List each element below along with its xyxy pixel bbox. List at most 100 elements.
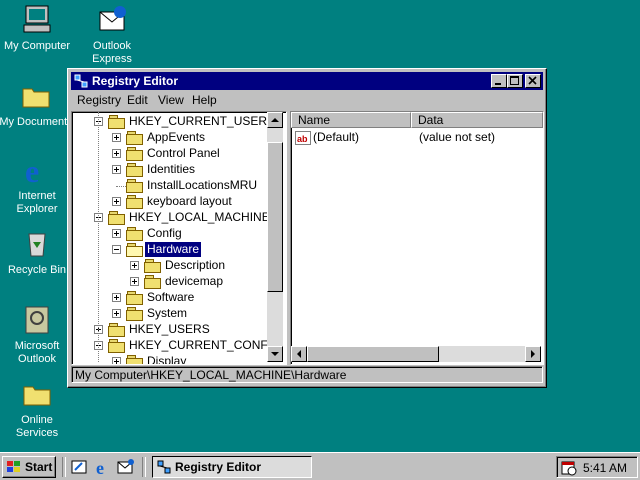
tree-node[interactable]: devicemap (72, 274, 267, 290)
expand-icon[interactable] (130, 261, 139, 270)
scroll-thumb[interactable] (267, 142, 283, 292)
tree-node-label: Identities (147, 162, 196, 176)
scroll-right-button[interactable] (525, 346, 541, 362)
taskbar-button-registry-editor[interactable]: Registry Editor (152, 456, 312, 478)
registry-editor-icon (74, 74, 88, 88)
expand-icon[interactable] (112, 357, 121, 364)
tree-node-label: Description (165, 258, 226, 272)
folder-icon (108, 339, 125, 353)
start-button[interactable]: Start (2, 456, 56, 478)
expand-icon[interactable] (112, 309, 121, 318)
menu-registry[interactable]: Registry (77, 93, 121, 107)
scroll-up-button[interactable] (267, 112, 283, 128)
tree-node-label: InstallLocationsMRU (147, 178, 258, 192)
close-icon (528, 76, 537, 85)
scheduler-icon[interactable] (561, 460, 577, 479)
up-arrow-icon (271, 118, 279, 122)
registry-tree[interactable]: HKEY_CURRENT_USER AppEvents Control Panel I… (71, 111, 287, 365)
outlook-express-icon[interactable] (117, 458, 135, 476)
close-button[interactable] (525, 74, 541, 88)
tree-node[interactable]: HKEY_CURRENT_CONFIG (72, 338, 280, 354)
window-title: Registry Editor (92, 74, 179, 88)
registry-editor-icon (157, 460, 171, 477)
recycle-bin-icon (21, 228, 53, 260)
down-arrow-icon (271, 352, 279, 356)
left-arrow-icon (297, 350, 301, 358)
tree-node[interactable]: System (72, 306, 267, 322)
desktop-icon-recycle-bin[interactable]: Recycle Bin (0, 228, 77, 277)
expand-icon[interactable] (112, 165, 121, 174)
tree-node[interactable]: Software (72, 290, 267, 306)
menu-help[interactable]: Help (192, 93, 217, 107)
tree-node[interactable]: Config (72, 226, 267, 242)
string-value-icon: ab (295, 131, 311, 148)
quick-launch-divider (62, 457, 66, 477)
tree-node[interactable]: InstallLocationsMRU (72, 178, 267, 194)
system-tray: 5:41 AM (556, 456, 638, 478)
tree-node[interactable]: HKEY_USERS (72, 322, 267, 338)
folder-icon (126, 179, 143, 193)
maximize-icon (510, 76, 519, 85)
tree-node[interactable]: Display (72, 354, 267, 364)
list-horizontal-scrollbar[interactable] (291, 346, 541, 362)
scroll-left-button[interactable] (291, 346, 307, 362)
tree-node[interactable]: keyboard layout (72, 194, 267, 210)
folder-icon (108, 115, 125, 129)
folder-icon (20, 80, 52, 112)
desktop-icon-label: My Documents (0, 116, 73, 128)
folder-icon (21, 378, 53, 410)
tree-node[interactable]: Hardware (72, 241, 267, 258)
tree-node[interactable]: Control Panel (72, 146, 267, 162)
menu-bar: Registry Edit View Help (71, 91, 543, 109)
tree-node[interactable]: HKEY_CURRENT_USER (72, 114, 267, 130)
tree-node-label: Control Panel (147, 146, 220, 160)
value-list[interactable]: Name Data ab (Default) (value not set) (290, 111, 544, 365)
desktop-icon-my-documents[interactable]: My Documents (0, 80, 76, 129)
maximize-button[interactable] (507, 74, 523, 88)
column-header-data[interactable]: Data (411, 112, 543, 128)
taskbar: Start e Registry Editor 5:41 AM (0, 452, 640, 480)
tree-node[interactable]: Description (72, 258, 267, 274)
expand-icon[interactable] (112, 149, 121, 158)
tree-node-label: Hardware (143, 241, 203, 258)
list-item[interactable]: ab (Default) (value not set) (293, 130, 533, 146)
menu-edit[interactable]: Edit (127, 93, 148, 107)
tree-node[interactable]: Identities (72, 162, 267, 178)
tree-node[interactable]: HKEY_LOCAL_MACHINE (72, 210, 270, 226)
folder-icon (126, 227, 143, 241)
column-header-name[interactable]: Name (291, 112, 411, 128)
tree-node-label: devicemap (165, 274, 224, 288)
tree-node-label: AppEvents (147, 130, 206, 144)
menu-view[interactable]: View (158, 93, 184, 107)
scroll-down-button[interactable] (267, 346, 283, 362)
tree-node-label: Config (147, 226, 182, 240)
expand-icon[interactable] (112, 229, 121, 238)
expand-icon[interactable] (112, 133, 121, 142)
collapse-icon[interactable] (112, 245, 121, 254)
tree-node[interactable]: AppEvents (72, 130, 267, 146)
internet-explorer-icon: e (21, 153, 53, 189)
taskbar-button-label: Registry Editor (175, 460, 262, 474)
desktop-icon-outlook-express[interactable]: Outlook Express (72, 4, 152, 66)
desktop-icon-my-computer[interactable]: My Computer (0, 4, 77, 53)
desktop-icon-internet-explorer[interactable]: e Internet Explorer (0, 153, 77, 216)
expand-icon[interactable] (112, 293, 121, 302)
tree-connector (98, 112, 99, 362)
desktop-icon-label: Outlook Express (92, 40, 132, 65)
tree-vertical-scrollbar[interactable] (267, 112, 283, 362)
svg-text:ab: ab (297, 134, 308, 144)
desktop-icon-label: Recycle Bin (7, 264, 67, 276)
title-bar[interactable]: Registry Editor (71, 72, 543, 90)
right-arrow-icon (531, 350, 535, 358)
tree-node-label: HKEY_CURRENT_CONFIG (129, 338, 281, 352)
expand-icon[interactable] (130, 277, 139, 286)
tree-node-label: HKEY_USERS (129, 322, 210, 336)
minimize-button[interactable] (491, 74, 507, 88)
desktop-icon-online-services[interactable]: Online Services (0, 378, 77, 440)
expand-icon[interactable] (112, 197, 121, 206)
desktop-icon-microsoft-outlook[interactable]: Microsoft Outlook (0, 304, 77, 366)
scroll-thumb[interactable] (307, 346, 439, 362)
internet-explorer-icon[interactable]: e (94, 458, 112, 478)
show-desktop-icon[interactable] (70, 458, 88, 476)
clock[interactable]: 5:41 AM (583, 461, 627, 475)
